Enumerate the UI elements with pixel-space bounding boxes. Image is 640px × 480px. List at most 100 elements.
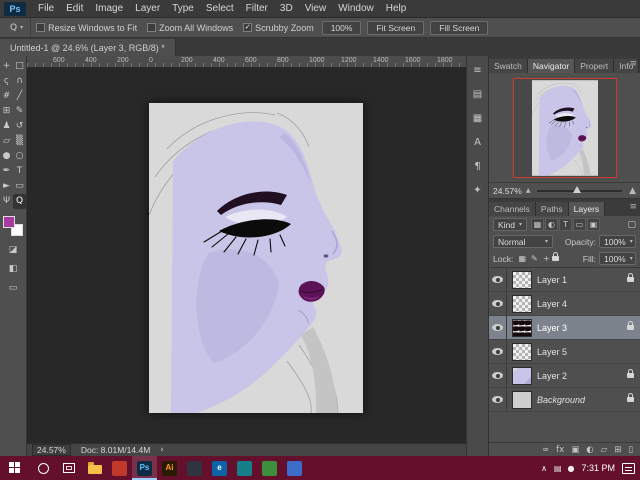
filter-pixel-icon[interactable]: ▦ [531, 218, 545, 231]
dock-character-icon[interactable]: A [470, 136, 486, 149]
visibility-toggle[interactable] [489, 268, 507, 291]
menu-select[interactable]: Select [200, 0, 240, 17]
menu-type[interactable]: Type [166, 0, 200, 17]
taskbar-app-dark[interactable] [182, 456, 207, 480]
status-chevron-icon[interactable]: › [160, 445, 163, 455]
document-page[interactable] [149, 103, 363, 413]
layer-row-layer-2[interactable]: Layer 2 [489, 364, 640, 388]
visibility-toggle[interactable] [489, 316, 507, 339]
blur-tool[interactable]: ● [0, 149, 13, 164]
adjustment-layer-icon[interactable]: ◐ [586, 445, 593, 455]
layer-thumbnail[interactable] [512, 366, 532, 385]
panel-menu-icon[interactable]: ≡ [629, 59, 637, 69]
tab-paths[interactable]: Paths [535, 202, 569, 216]
tab-channels[interactable]: Channels [489, 202, 536, 216]
lasso-tool[interactable]: ς [0, 74, 13, 89]
opacity-dropdown[interactable]: 100% ▾ [599, 235, 636, 248]
tool-preset-picker[interactable]: Q ▾ [3, 18, 32, 37]
filter-type-icon[interactable]: T [559, 218, 573, 231]
layer-thumbnail[interactable] [512, 318, 532, 337]
layer-row-layer-3[interactable]: Layer 3 [489, 316, 640, 340]
eraser-tool[interactable]: ▱ [0, 134, 13, 149]
foreground-color-swatch[interactable] [3, 216, 15, 228]
tab-swatch[interactable]: Swatch [489, 59, 528, 73]
layer-row-layer-5[interactable]: Layer 5 [489, 340, 640, 364]
checkbox-scrubby-zoom[interactable]: ✓ Scrubby Zoom [243, 23, 314, 33]
lock-position-icon[interactable]: + [540, 254, 552, 263]
menu-view[interactable]: View [299, 0, 333, 17]
search-button[interactable] [30, 456, 56, 480]
status-zoom-value[interactable]: 24.57% [32, 444, 71, 456]
lock-transparency-icon[interactable]: ▦ [516, 254, 528, 263]
visibility-toggle[interactable] [489, 340, 507, 363]
dock-paragraph-icon[interactable]: ¶ [470, 160, 486, 173]
document-tab[interactable]: Untitled-1 @ 24.6% (Layer 3, RGB/8) * [0, 39, 176, 56]
taskbar-app-red[interactable] [107, 456, 132, 480]
menu-image[interactable]: Image [89, 0, 129, 17]
hand-tool[interactable]: Ψ [0, 194, 13, 209]
shape-tool[interactable]: ▭ [13, 179, 26, 194]
menu-file[interactable]: File [32, 0, 60, 17]
default-colors-icon[interactable]: ◪ [7, 243, 20, 258]
new-layer-icon[interactable]: ⊞ [614, 445, 621, 455]
fill-dropdown[interactable]: 100% ▾ [599, 252, 636, 265]
path-selection-tool[interactable]: ► [0, 179, 13, 194]
tray-volume-icon[interactable]: ● [567, 464, 574, 473]
healing-brush-tool[interactable]: ⊞ [0, 104, 13, 119]
clock[interactable]: 7:31 PM [581, 463, 615, 473]
layer-thumbnail[interactable] [512, 342, 532, 361]
button-fit-screen[interactable]: Fit Screen [367, 20, 425, 35]
filter-toggle-icon[interactable]: ▢ [627, 220, 636, 230]
zoom-tool[interactable]: Q [13, 194, 26, 209]
eyedropper-tool[interactable]: ╱ [13, 89, 26, 104]
blend-mode-dropdown[interactable]: Normal ▾ [493, 235, 553, 248]
checkbox-zoom-all-windows[interactable]: Zoom All Windows [147, 23, 233, 33]
visibility-toggle[interactable] [489, 364, 507, 387]
dock-history-icon[interactable]: ≡ [470, 64, 486, 77]
menu-filter[interactable]: Filter [240, 0, 274, 17]
tray-network-icon[interactable]: ▤ [554, 464, 562, 473]
taskbar-photoshop[interactable]: Ps [132, 456, 157, 480]
tab-navigator[interactable]: Navigator [527, 59, 576, 73]
tray-expand-icon[interactable]: ∧ [541, 464, 547, 473]
task-view-button[interactable] [56, 456, 82, 480]
menu-edit[interactable]: Edit [60, 0, 89, 17]
filter-adjustment-icon[interactable]: ◐ [545, 218, 559, 231]
layer-thumbnail[interactable] [512, 390, 532, 409]
layer-style-icon[interactable]: fx [556, 445, 564, 455]
move-tool[interactable]: + [0, 59, 13, 74]
dock-styles-icon[interactable]: ▤ [470, 88, 486, 101]
type-tool[interactable]: T [13, 164, 26, 179]
tab-propert[interactable]: Propert [575, 59, 615, 73]
dock-collapse-icon[interactable]: ✦ [470, 184, 486, 197]
layer-thumbnail[interactable] [512, 294, 532, 313]
panel-menu-icon[interactable]: ≡ [629, 202, 637, 212]
gradient-tool[interactable]: ▒ [13, 134, 26, 149]
pen-tool[interactable]: ✒ [0, 164, 13, 179]
horizontal-ruler[interactable]: 600 400 200 0 200 400 600 800 1000 1200 1400 1600 18… [27, 56, 466, 68]
lock-paint-icon[interactable]: ✎ [528, 254, 540, 263]
button-100[interactable]: 100% [321, 20, 362, 35]
tab-layers[interactable]: Layers [568, 202, 606, 216]
quick-selection-tool[interactable]: ∩ [13, 74, 26, 89]
menu-layer[interactable]: Layer [129, 0, 166, 17]
navigator-proxy-view[interactable] [512, 77, 617, 178]
brush-tool[interactable]: ✎ [13, 104, 26, 119]
dock-swatches-icon[interactable]: ▦ [470, 112, 486, 125]
history-brush-tool[interactable]: ↺ [13, 119, 26, 134]
menu-help[interactable]: Help [380, 0, 413, 17]
checkbox-resize-windows-to-fit[interactable]: Resize Windows to Fit [36, 23, 137, 33]
zoom-in-icon[interactable]: ▲ [629, 186, 636, 196]
taskbar-app-blue[interactable] [282, 456, 307, 480]
taskbar-app-green[interactable] [257, 456, 282, 480]
filter-smart-icon[interactable]: ▣ [587, 218, 601, 231]
taskbar-file-explorer[interactable] [82, 456, 107, 480]
visibility-toggle[interactable] [489, 292, 507, 315]
quick-mask-icon[interactable]: ◧ [7, 262, 20, 277]
dodge-tool[interactable]: ○ [13, 149, 26, 164]
action-center-icon[interactable] [622, 462, 635, 474]
start-button[interactable] [0, 456, 30, 480]
layer-thumbnail[interactable] [512, 270, 532, 289]
layer-row-layer-1[interactable]: Layer 1 [489, 268, 640, 292]
slider-handle[interactable] [573, 185, 581, 193]
